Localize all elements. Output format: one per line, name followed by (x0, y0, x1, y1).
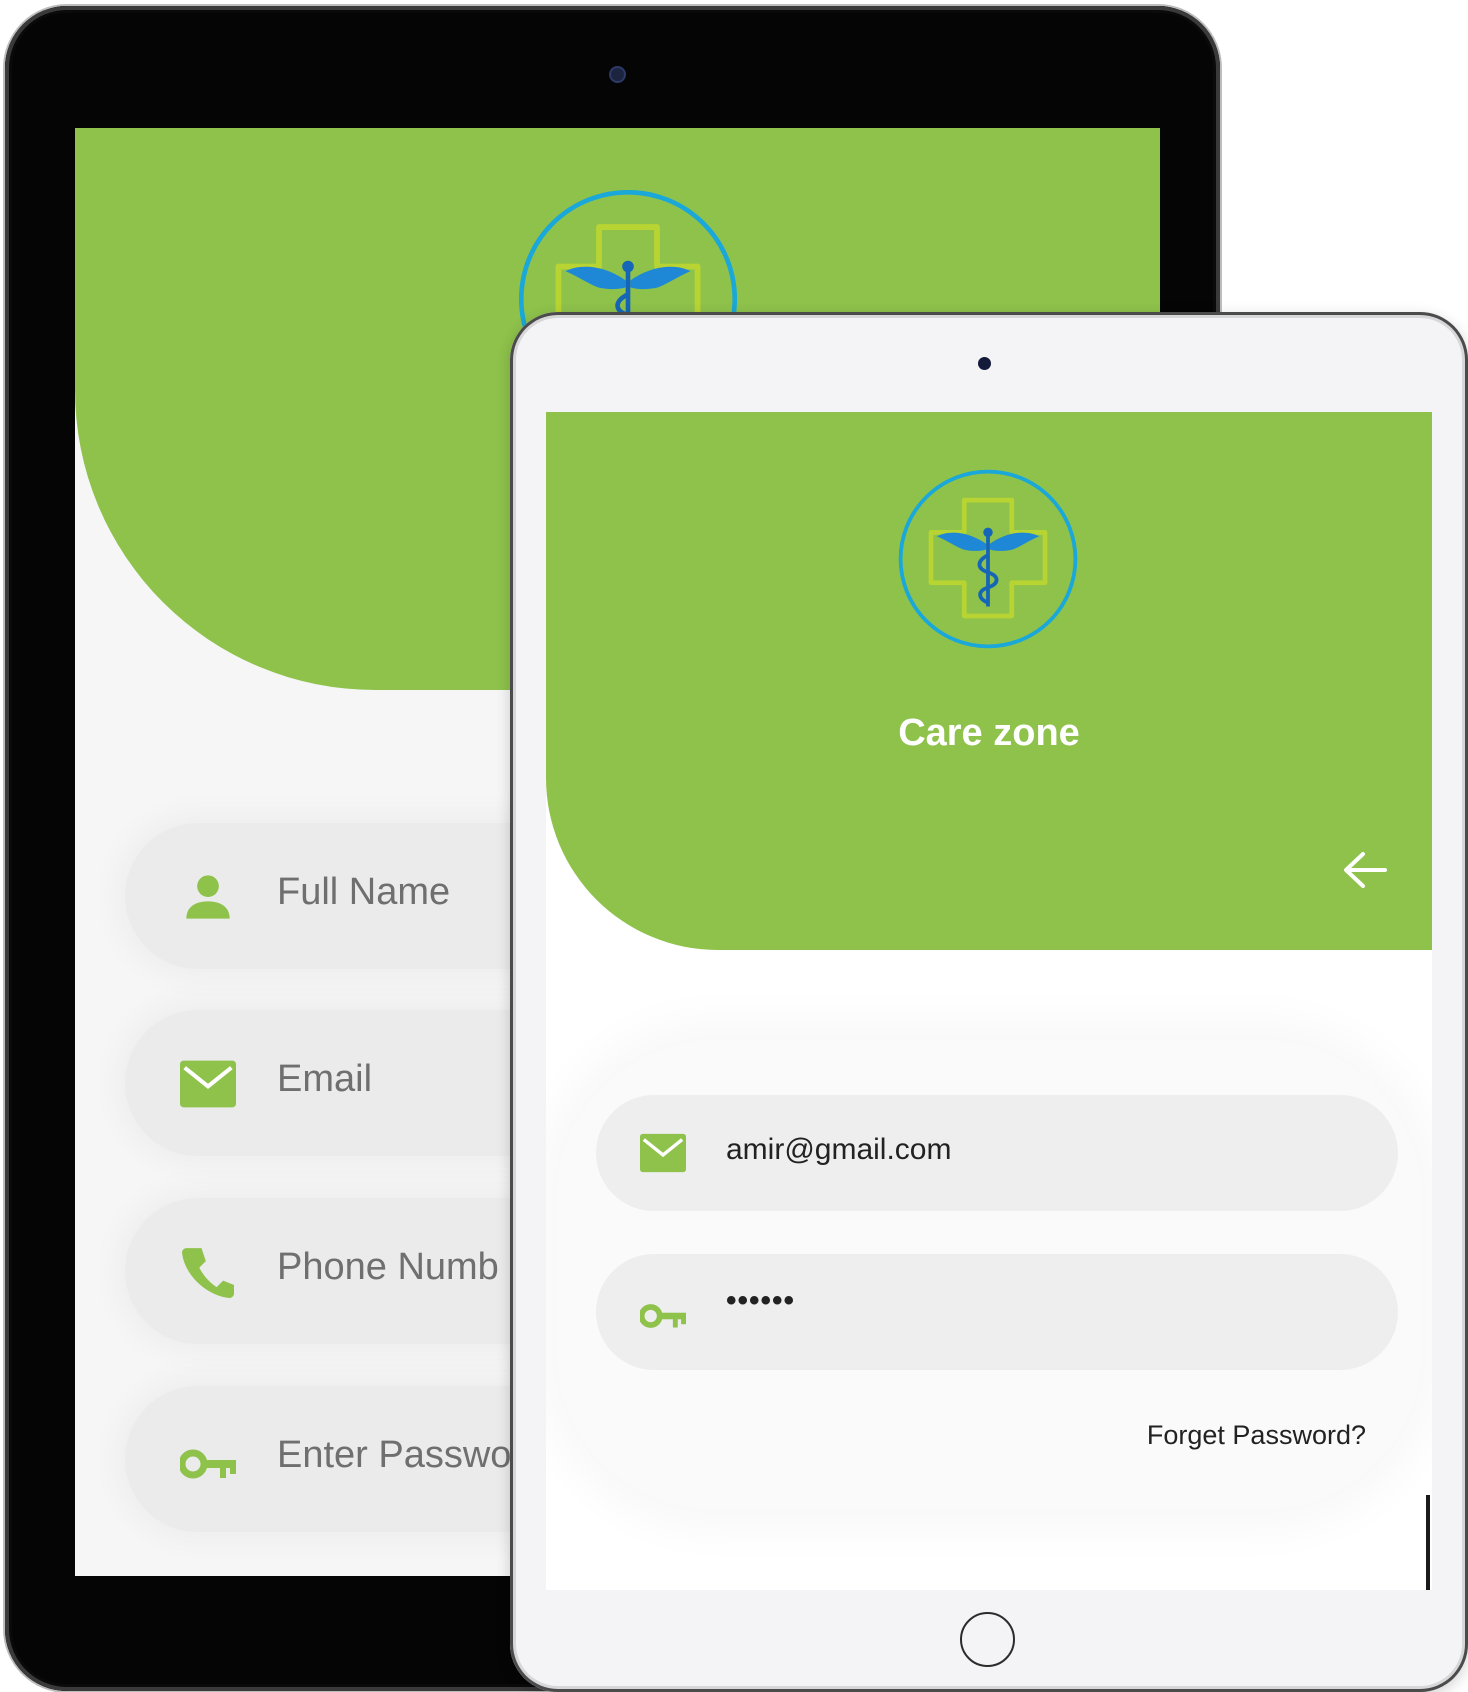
front-tablet-camera (978, 357, 991, 370)
key-icon (640, 1304, 686, 1328)
phone-placeholder: Phone Numb (277, 1246, 499, 1288)
password-placeholder: Enter Passwo (277, 1434, 512, 1476)
caduceus-logo-icon (898, 469, 1078, 649)
person-icon (186, 875, 230, 919)
key-icon (180, 1449, 236, 1479)
envelope-icon (180, 1060, 236, 1108)
login-header: Care zone (546, 412, 1432, 950)
password-input[interactable]: •••••• (596, 1254, 1398, 1370)
forgot-password-link[interactable]: Forget Password? (546, 1420, 1366, 1451)
password-value: •••••• (726, 1284, 796, 1317)
front-tablet-frame: Care zone amir@gmail.com •••••• Forget P… (510, 312, 1468, 1692)
full-name-placeholder: Full Name (277, 871, 451, 913)
phone-icon (182, 1248, 234, 1298)
scrollbar[interactable] (1426, 1495, 1430, 1590)
envelope-icon (640, 1133, 686, 1173)
back-tablet-camera (611, 68, 624, 81)
arrow-left-icon[interactable] (1341, 850, 1387, 890)
email-placeholder: Email (277, 1058, 373, 1100)
email-value: amir@gmail.com (726, 1133, 952, 1166)
login-screen: Care zone amir@gmail.com •••••• Forget P… (546, 412, 1432, 1590)
email-input[interactable]: amir@gmail.com (596, 1095, 1398, 1211)
app-title: Care zone (898, 712, 1080, 754)
home-button[interactable] (960, 1612, 1015, 1667)
